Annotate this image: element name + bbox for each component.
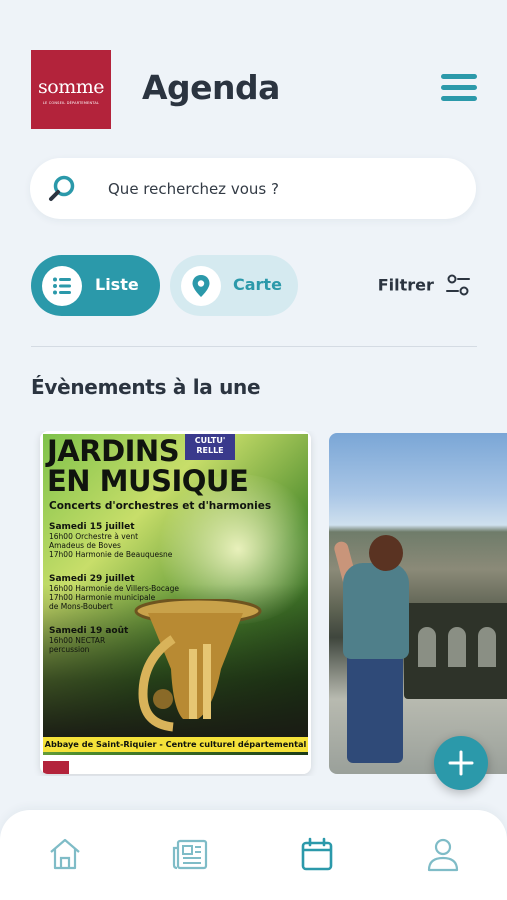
filter-button[interactable]: Filtrer (378, 272, 471, 300)
search-bar[interactable] (30, 158, 476, 219)
filter-sliders-icon (446, 274, 470, 296)
divider (31, 346, 477, 347)
somme-logo[interactable]: somme LE CONSEIL DÉPARTEMENTAL (31, 50, 111, 129)
poster-venue-band: Abbaye de Saint-Riquier - Centre culture… (43, 737, 308, 752)
nav-news[interactable] (170, 834, 210, 874)
tuba-illustration (134, 599, 262, 732)
page-title: Agenda (142, 68, 280, 107)
poster-event: Samedi 15 juillet 16h00 Orchestre à vent… (49, 522, 173, 560)
nav-home[interactable] (45, 834, 85, 874)
event-card[interactable] (329, 433, 507, 774)
map-pin-icon (181, 266, 221, 306)
search-input[interactable] (108, 176, 448, 202)
home-icon (50, 838, 80, 870)
plus-icon (448, 750, 474, 776)
logo-tagline: LE CONSEIL DÉPARTEMENTAL (42, 101, 100, 105)
newspaper-icon (172, 839, 208, 870)
event-card[interactable]: JARDINS EN MUSIQUE CULTU' RELLE Concerts… (40, 431, 311, 774)
user-icon (427, 838, 459, 872)
filter-label: Filtrer (377, 275, 434, 295)
person-on-terrace-photo (329, 433, 507, 774)
search-icon (49, 175, 75, 201)
event-poster: JARDINS EN MUSIQUE CULTU' RELLE Concerts… (43, 434, 308, 756)
nav-agenda[interactable] (297, 834, 337, 874)
app-header: somme LE CONSEIL DÉPARTEMENTAL Agenda (31, 50, 477, 130)
nav-profile[interactable] (423, 834, 463, 874)
list-view-label: Liste (95, 275, 139, 294)
featured-events-carousel[interactable]: JARDINS EN MUSIQUE CULTU' RELLE Concerts… (30, 431, 507, 776)
poster-footer (43, 755, 308, 774)
bottom-navigation (0, 810, 507, 900)
logo-brand: somme (38, 76, 104, 98)
section-title: Évènements à la une (31, 375, 261, 399)
add-event-button[interactable] (434, 736, 488, 790)
poster-subtitle: Concerts d'orchestres et d'harmonies (49, 500, 272, 512)
map-view-button[interactable]: Carte (170, 255, 298, 316)
poster-badge: CULTU' RELLE (185, 434, 235, 460)
list-view-button[interactable]: Liste (31, 255, 160, 316)
map-view-label: Carte (233, 275, 282, 294)
list-icon (42, 266, 82, 306)
calendar-icon (301, 837, 333, 871)
hamburger-menu-icon[interactable] (441, 74, 477, 102)
